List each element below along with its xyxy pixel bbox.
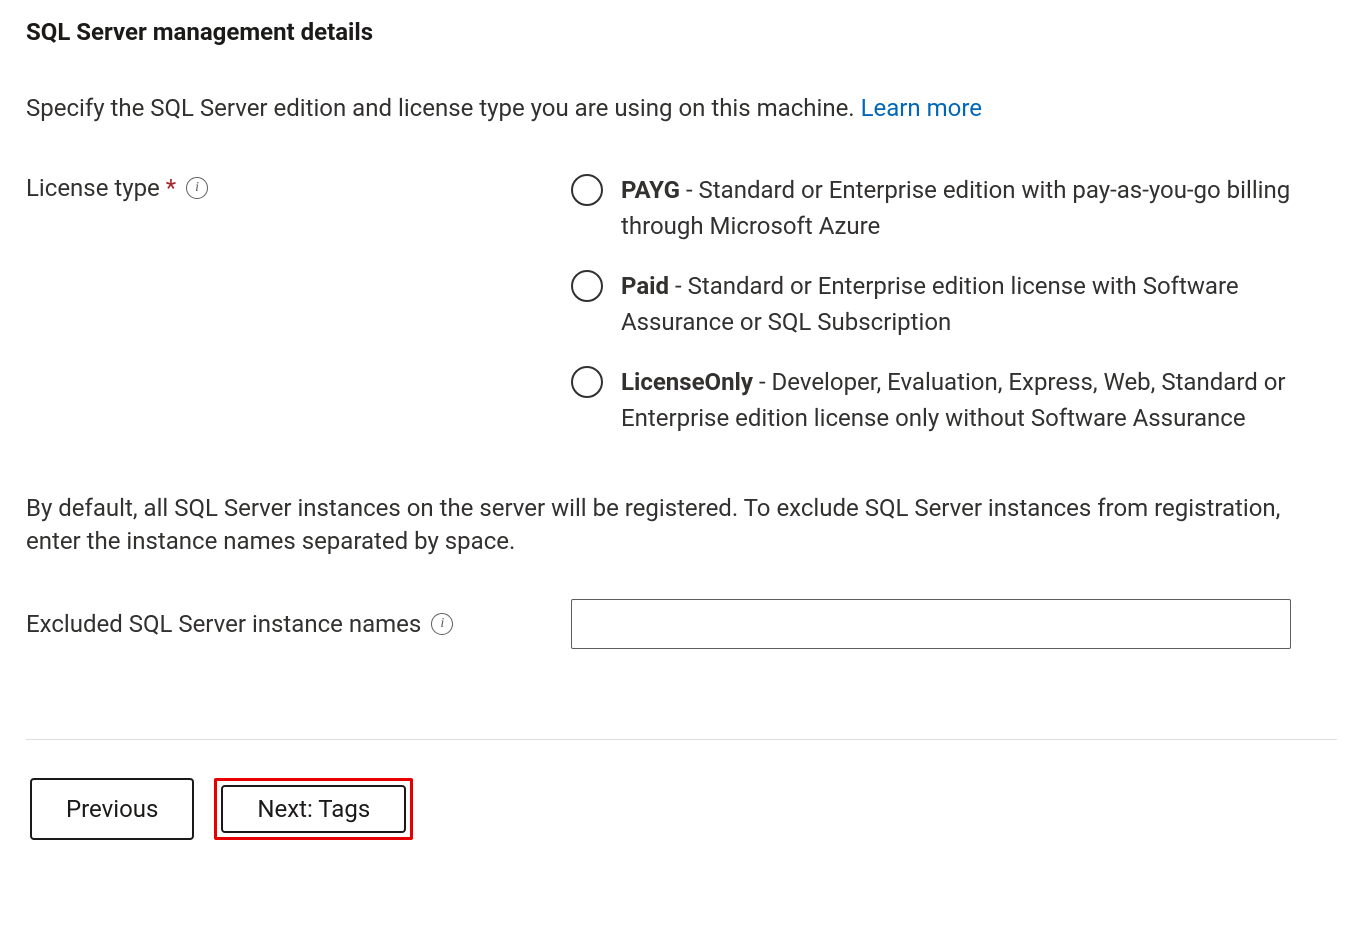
license-option-payg[interactable]: PAYG - Standard or Enterprise edition wi… bbox=[571, 172, 1337, 244]
learn-more-link[interactable]: Learn more bbox=[861, 94, 982, 122]
info-icon[interactable]: i bbox=[431, 613, 453, 635]
next-tags-button[interactable]: Next: Tags bbox=[221, 785, 406, 833]
license-option-desc: - Standard or Enterprise edition license… bbox=[621, 272, 1239, 336]
license-option-text: PAYG - Standard or Enterprise edition wi… bbox=[621, 172, 1337, 244]
excluded-instances-input[interactable] bbox=[571, 599, 1291, 649]
sql-server-management-section: SQL Server management details Specify th… bbox=[0, 0, 1363, 870]
license-option-name: Paid bbox=[621, 272, 669, 300]
license-type-row: License type * i PAYG - Standard or Ente… bbox=[26, 172, 1337, 436]
excluded-label: Excluded SQL Server instance names bbox=[26, 610, 421, 638]
license-option-licenseonly[interactable]: LicenseOnly - Developer, Evaluation, Exp… bbox=[571, 364, 1337, 436]
section-title: SQL Server management details bbox=[26, 18, 1337, 46]
info-icon[interactable]: i bbox=[186, 177, 208, 199]
license-type-label: License type bbox=[26, 174, 160, 202]
previous-button[interactable]: Previous bbox=[30, 778, 194, 840]
license-option-text: Paid - Standard or Enterprise edition li… bbox=[621, 268, 1337, 340]
license-type-label-group: License type * i bbox=[26, 172, 571, 202]
excluded-instances-row: Excluded SQL Server instance names i bbox=[26, 599, 1337, 649]
wizard-footer: Previous Next: Tags bbox=[26, 740, 1337, 870]
required-indicator: * bbox=[166, 174, 176, 202]
section-intro: Specify the SQL Server edition and licen… bbox=[26, 92, 1337, 126]
excluded-label-group: Excluded SQL Server instance names i bbox=[26, 610, 571, 638]
radio-icon bbox=[571, 270, 603, 302]
radio-icon bbox=[571, 366, 603, 398]
intro-text: Specify the SQL Server edition and licen… bbox=[26, 94, 861, 122]
license-option-paid[interactable]: Paid - Standard or Enterprise edition li… bbox=[571, 268, 1337, 340]
license-option-desc: - Standard or Enterprise edition with pa… bbox=[621, 176, 1290, 240]
license-type-radio-group: PAYG - Standard or Enterprise edition wi… bbox=[571, 172, 1337, 436]
license-option-name: PAYG bbox=[621, 176, 680, 204]
next-button-highlight: Next: Tags bbox=[214, 778, 413, 840]
excluded-intro: By default, all SQL Server instances on … bbox=[26, 492, 1337, 559]
radio-icon bbox=[571, 174, 603, 206]
license-option-name: LicenseOnly bbox=[621, 368, 753, 396]
license-option-text: LicenseOnly - Developer, Evaluation, Exp… bbox=[621, 364, 1337, 436]
